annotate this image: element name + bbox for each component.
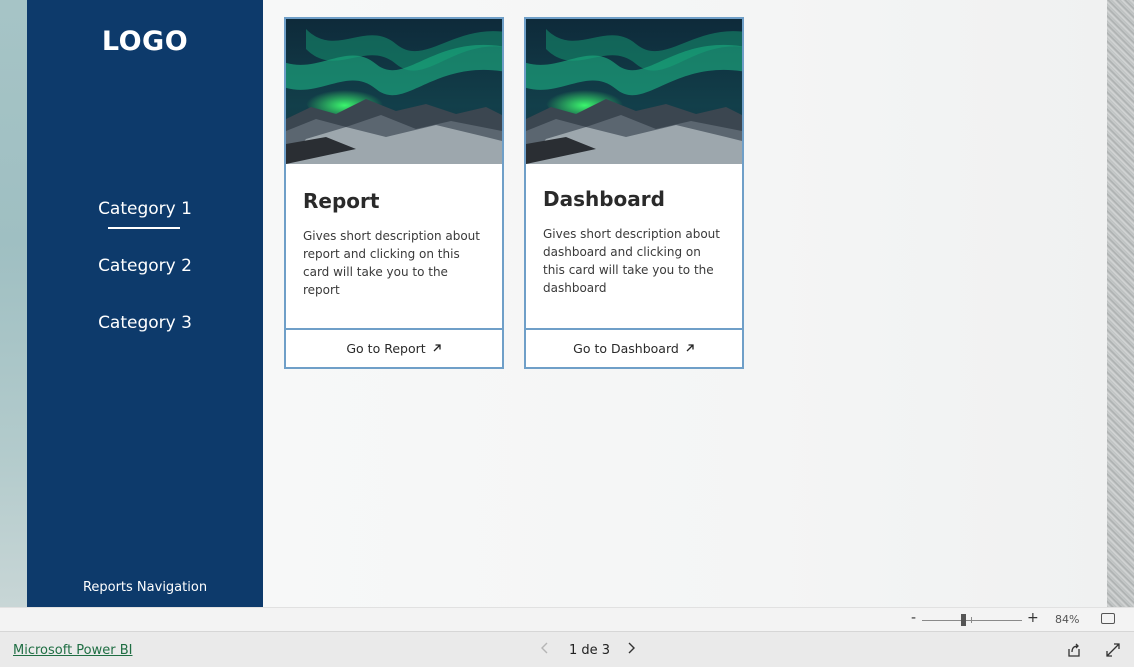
card-title: Dashboard	[543, 187, 665, 211]
chevron-left-icon[interactable]	[540, 640, 550, 659]
page-indicator: 1 de 3	[569, 643, 611, 658]
chevron-right-icon[interactable]	[626, 640, 636, 659]
nav-category-1[interactable]: Category 1	[27, 199, 263, 219]
go-to-dashboard-button[interactable]: Go to Dashboard	[526, 328, 742, 367]
logo: LOGO	[101, 26, 189, 57]
aurora-borealis-image	[286, 19, 502, 164]
go-to-report-button[interactable]: Go to Report	[286, 328, 502, 367]
arrow-up-right-icon	[685, 342, 695, 356]
expand-icon[interactable]	[1105, 642, 1121, 658]
zoom-level: 84%	[1055, 613, 1080, 626]
nav-category-2[interactable]: Category 2	[27, 256, 263, 276]
active-category-underline	[108, 227, 180, 229]
background-right-strip	[1107, 0, 1134, 607]
dashboard-card[interactable]: Dashboard Gives short description about …	[524, 17, 744, 369]
fit-to-page-icon[interactable]	[1101, 613, 1115, 624]
button-label: Go to Dashboard	[573, 341, 679, 356]
aurora-borealis-image	[526, 19, 742, 164]
zoom-slider-track[interactable]	[922, 620, 1022, 621]
nav-category-3[interactable]: Category 3	[27, 313, 263, 333]
button-label: Go to Report	[346, 341, 426, 356]
zoom-slider-tick	[971, 617, 972, 623]
card-description: Gives short description about report and…	[303, 229, 480, 297]
share-icon[interactable]	[1066, 642, 1082, 658]
report-card[interactable]: Report Gives short description about rep…	[284, 17, 504, 369]
navigation-sidebar: LOGO Category 1 Category 2 Category 3 Re…	[27, 0, 263, 607]
card-description: Gives short description about dashboard …	[543, 227, 720, 295]
card-title: Report	[303, 189, 380, 213]
zoom-out-button[interactable]: -	[911, 610, 916, 626]
zoom-bar: - + 84%	[0, 607, 1134, 631]
powerbi-brand-link[interactable]: Microsoft Power BI	[13, 643, 132, 658]
powerbi-footer: Microsoft Power BI 1 de 3	[0, 631, 1134, 667]
arrow-up-right-icon	[432, 342, 442, 356]
report-canvas-area: LOGO Category 1 Category 2 Category 3 Re…	[0, 0, 1134, 607]
background-left-strip	[0, 0, 27, 607]
reports-navigation-label: Reports Navigation	[82, 580, 208, 595]
zoom-slider-thumb[interactable]	[961, 614, 966, 626]
zoom-in-button[interactable]: +	[1027, 610, 1039, 626]
